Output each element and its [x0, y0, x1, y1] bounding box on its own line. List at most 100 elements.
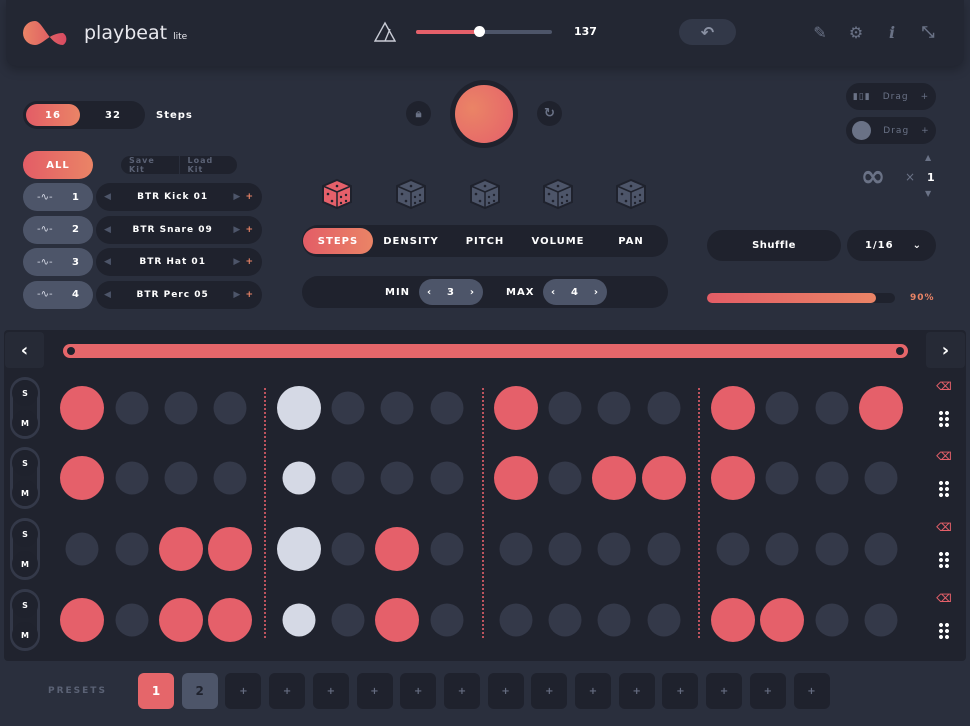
prev-sample-button[interactable]: ◀ [104, 225, 112, 235]
preset-slot[interactable]: + [312, 673, 349, 709]
info-icon[interactable]: i [882, 22, 902, 42]
step-cell[interactable] [115, 461, 149, 495]
preset-slot[interactable]: + [662, 673, 699, 709]
step-cell[interactable] [208, 598, 252, 642]
solo-button[interactable]: S [12, 380, 38, 406]
step-cell[interactable] [499, 532, 533, 566]
audio-drag-button[interactable]: ▮▯▮ Drag + [846, 83, 936, 110]
step-cell[interactable] [859, 386, 903, 430]
track-select-button[interactable]: -∿- 2 [23, 215, 93, 244]
preset-slot[interactable]: + [443, 673, 480, 709]
add-sample-button[interactable]: + [245, 290, 254, 300]
preset-slot[interactable]: + [618, 673, 655, 709]
save-kit-button[interactable]: Save Kit [121, 156, 180, 174]
all-button[interactable]: ALL [23, 151, 93, 179]
step-cell[interactable] [642, 456, 686, 500]
gear-icon[interactable]: ⚙ [846, 22, 866, 42]
drag-handle-icon[interactable] [938, 551, 950, 569]
steps-16-button[interactable]: 16 [26, 104, 80, 126]
step-cell[interactable] [548, 603, 582, 637]
step-cell[interactable] [282, 603, 316, 637]
max-stepper[interactable]: ‹ 4 › [543, 279, 607, 305]
step-cell[interactable] [430, 603, 464, 637]
step-cell[interactable] [213, 391, 247, 425]
scroll-left-button[interactable]: ‹ [5, 332, 44, 368]
step-cell[interactable] [60, 598, 104, 642]
tab-density[interactable]: DENSITY [376, 228, 446, 254]
tempo-slider[interactable] [416, 26, 552, 37]
solo-button[interactable]: S [12, 450, 38, 476]
step-cell[interactable] [815, 603, 849, 637]
step-cell[interactable] [331, 391, 365, 425]
dice-icon[interactable] [614, 177, 648, 211]
load-kit-button[interactable]: Load Kit [180, 156, 237, 174]
pencil-icon[interactable]: ✎ [810, 22, 830, 42]
add-sample-button[interactable]: + [245, 225, 254, 235]
preset-slot[interactable]: 2 [181, 673, 218, 709]
step-cell[interactable] [65, 532, 99, 566]
preset-slot[interactable]: + [400, 673, 437, 709]
step-cell[interactable] [277, 527, 321, 571]
step-cell[interactable] [765, 461, 799, 495]
step-cell[interactable] [647, 532, 681, 566]
step-cell[interactable] [499, 603, 533, 637]
step-cell[interactable] [380, 391, 414, 425]
step-cell[interactable] [115, 603, 149, 637]
step-cell[interactable] [765, 391, 799, 425]
add-sample-button[interactable]: + [245, 257, 254, 267]
tempo-slider-knob[interactable] [473, 26, 485, 37]
preset-slot[interactable]: + [269, 673, 306, 709]
step-cell[interactable] [115, 391, 149, 425]
loop-up-arrow[interactable]: ▲ [925, 153, 931, 162]
eraser-icon[interactable]: ⌫ [935, 448, 953, 464]
step-cell[interactable] [711, 386, 755, 430]
step-cell[interactable] [159, 527, 203, 571]
step-cell[interactable] [716, 532, 750, 566]
step-cell[interactable] [277, 386, 321, 430]
step-cell[interactable] [331, 603, 365, 637]
next-sample-button[interactable]: ▶ [233, 257, 241, 267]
preset-slot[interactable]: 1 [138, 673, 174, 709]
step-cell[interactable] [60, 456, 104, 500]
loop-down-arrow[interactable]: ▼ [925, 189, 931, 198]
dice-icon[interactable] [541, 177, 575, 211]
preset-slot[interactable]: + [531, 673, 568, 709]
step-cell[interactable] [548, 391, 582, 425]
track-select-button[interactable]: -∿- 4 [23, 280, 93, 309]
tab-pitch[interactable]: PITCH [450, 228, 520, 254]
preset-slot[interactable]: + [487, 673, 524, 709]
step-cell[interactable] [375, 527, 419, 571]
step-cell[interactable] [115, 532, 149, 566]
step-cell[interactable] [430, 391, 464, 425]
step-cell[interactable] [548, 461, 582, 495]
eraser-icon[interactable]: ⌫ [935, 378, 953, 394]
step-cell[interactable] [647, 603, 681, 637]
dice-icon[interactable] [468, 177, 502, 211]
step-cell[interactable] [430, 532, 464, 566]
step-cell[interactable] [548, 532, 582, 566]
generate-button[interactable] [450, 80, 518, 148]
eraser-icon[interactable]: ⌫ [935, 590, 953, 606]
eraser-icon[interactable]: ⌫ [935, 519, 953, 535]
preset-slot[interactable]: + [706, 673, 743, 709]
metronome-icon[interactable] [373, 20, 397, 44]
add-sample-button[interactable]: + [245, 192, 254, 202]
step-cell[interactable] [597, 391, 631, 425]
min-increment[interactable]: › [470, 287, 475, 298]
step-cell[interactable] [164, 391, 198, 425]
step-cell[interactable] [765, 532, 799, 566]
step-cell[interactable] [331, 461, 365, 495]
step-cell[interactable] [597, 532, 631, 566]
step-cell[interactable] [711, 456, 755, 500]
prev-sample-button[interactable]: ◀ [104, 290, 112, 300]
drag-handle-icon[interactable] [938, 622, 950, 640]
next-sample-button[interactable]: ▶ [233, 225, 241, 235]
dice-icon[interactable] [394, 177, 428, 211]
division-select[interactable]: 1/16 ⌄ [847, 230, 936, 261]
midi-drag-button[interactable]: Drag + [846, 117, 936, 144]
max-increment[interactable]: › [594, 287, 599, 298]
next-sample-button[interactable]: ▶ [233, 192, 241, 202]
mute-button[interactable]: M [12, 551, 38, 577]
step-cell[interactable] [494, 456, 538, 500]
steps-32-button[interactable]: 32 [86, 104, 140, 126]
